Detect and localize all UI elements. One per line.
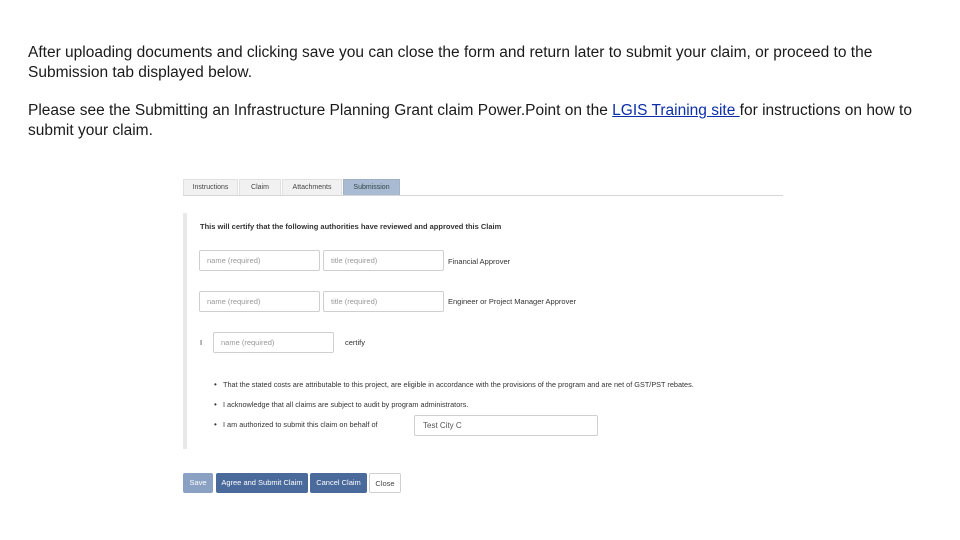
list-item: That the stated costs are attributable t… xyxy=(211,380,781,400)
financial-approver-title-input[interactable]: title (required) xyxy=(323,250,444,271)
tab-claim[interactable]: Claim xyxy=(239,179,281,195)
engineer-approver-name-input[interactable]: name (required) xyxy=(199,291,320,312)
tab-instructions[interactable]: Instructions xyxy=(183,179,238,195)
intro-paragraph-1: After uploading documents and clicking s… xyxy=(28,44,873,81)
close-button[interactable]: Close xyxy=(369,473,401,493)
certifier-name-input[interactable]: name (required) xyxy=(213,332,334,353)
certification-list: That the stated costs are attributable t… xyxy=(211,380,781,444)
save-button[interactable]: Save xyxy=(183,473,213,493)
certify-heading: This will certify that the following aut… xyxy=(200,222,502,231)
bullet-audit-text: I acknowledge that all claims are subjec… xyxy=(223,400,469,409)
certify-label: certify xyxy=(345,338,366,347)
agree-submit-button[interactable]: Agree and Submit Claim xyxy=(216,473,308,493)
intro-paragraph-2-start: Please see the Submitting an Infrastruct… xyxy=(28,102,613,119)
i-label: I xyxy=(200,338,203,347)
bullet-authorized-text: I am authorized to submit this claim on … xyxy=(223,420,378,429)
organization-input[interactable]: Test City C xyxy=(414,415,598,436)
submission-form-screenshot: Instructions Claim Attachments Submissio… xyxy=(183,177,783,497)
intro-paragraph-2: Please see the Submitting an Infrastruct… xyxy=(28,101,943,141)
bullet-costs-text: That the stated costs are attributable t… xyxy=(223,380,694,389)
financial-approver-name-input[interactable]: name (required) xyxy=(199,250,320,271)
form-panel-border xyxy=(183,213,187,449)
list-item: I am authorized to submit this claim on … xyxy=(211,415,781,444)
engineer-approver-label: Engineer or Project Manager Approver xyxy=(448,297,576,306)
engineer-approver-title-input[interactable]: title (required) xyxy=(323,291,444,312)
tab-bar: Instructions Claim Attachments Submissio… xyxy=(183,177,783,196)
tab-submission[interactable]: Submission xyxy=(343,179,400,195)
tab-attachments[interactable]: Attachments xyxy=(282,179,342,195)
cancel-claim-button[interactable]: Cancel Claim xyxy=(310,473,367,493)
lgis-training-link[interactable]: LGIS Training site xyxy=(612,102,740,119)
financial-approver-label: Financial Approver xyxy=(448,257,511,266)
